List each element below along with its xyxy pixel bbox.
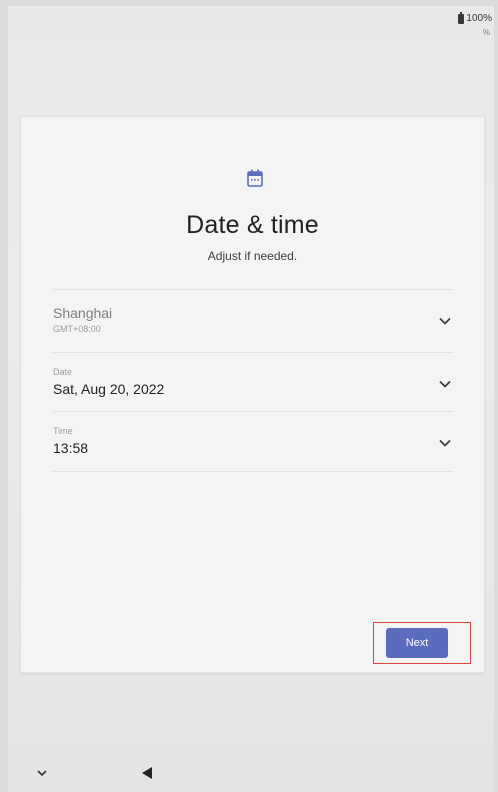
timezone-selector[interactable]: Shanghai GMT+08:00 bbox=[53, 291, 453, 351]
chevron-down-icon bbox=[439, 317, 451, 325]
date-selector[interactable]: Date Sat, Aug 20, 2022 bbox=[53, 354, 453, 414]
divider bbox=[53, 411, 453, 412]
status-bar: 100% % bbox=[432, 10, 492, 40]
timezone-offset: GMT+08:00 bbox=[53, 324, 101, 334]
battery-percent: 100% bbox=[466, 13, 492, 24]
timezone-value: Shanghai bbox=[53, 305, 113, 321]
next-button[interactable]: Next bbox=[386, 628, 448, 658]
date-label: Date bbox=[53, 367, 73, 377]
divider bbox=[53, 352, 453, 353]
back-triangle-icon[interactable] bbox=[140, 766, 154, 780]
time-label: Time bbox=[53, 426, 73, 436]
page-title: Date & time bbox=[186, 211, 319, 239]
calendar-icon bbox=[247, 169, 263, 187]
battery-icon bbox=[458, 12, 464, 24]
chevron-down-icon bbox=[439, 439, 451, 447]
time-value: 13:58 bbox=[53, 440, 89, 456]
time-selector[interactable]: Time 13:58 bbox=[53, 413, 453, 473]
chevron-down-icon[interactable] bbox=[36, 768, 48, 778]
date-value: Sat, Aug 20, 2022 bbox=[53, 381, 165, 397]
chevron-down-icon bbox=[439, 380, 451, 388]
screen: 100% % Date & time Adjust if needed. Sha… bbox=[8, 6, 494, 792]
next-button-highlight: Next bbox=[373, 622, 471, 664]
divider bbox=[53, 289, 453, 290]
navigation-bar bbox=[8, 760, 494, 792]
setup-card: Date & time Adjust if needed. Shanghai G… bbox=[20, 116, 485, 673]
status-indicator: % bbox=[482, 28, 490, 37]
divider bbox=[53, 471, 453, 472]
page-subtitle: Adjust if needed. bbox=[207, 249, 298, 263]
